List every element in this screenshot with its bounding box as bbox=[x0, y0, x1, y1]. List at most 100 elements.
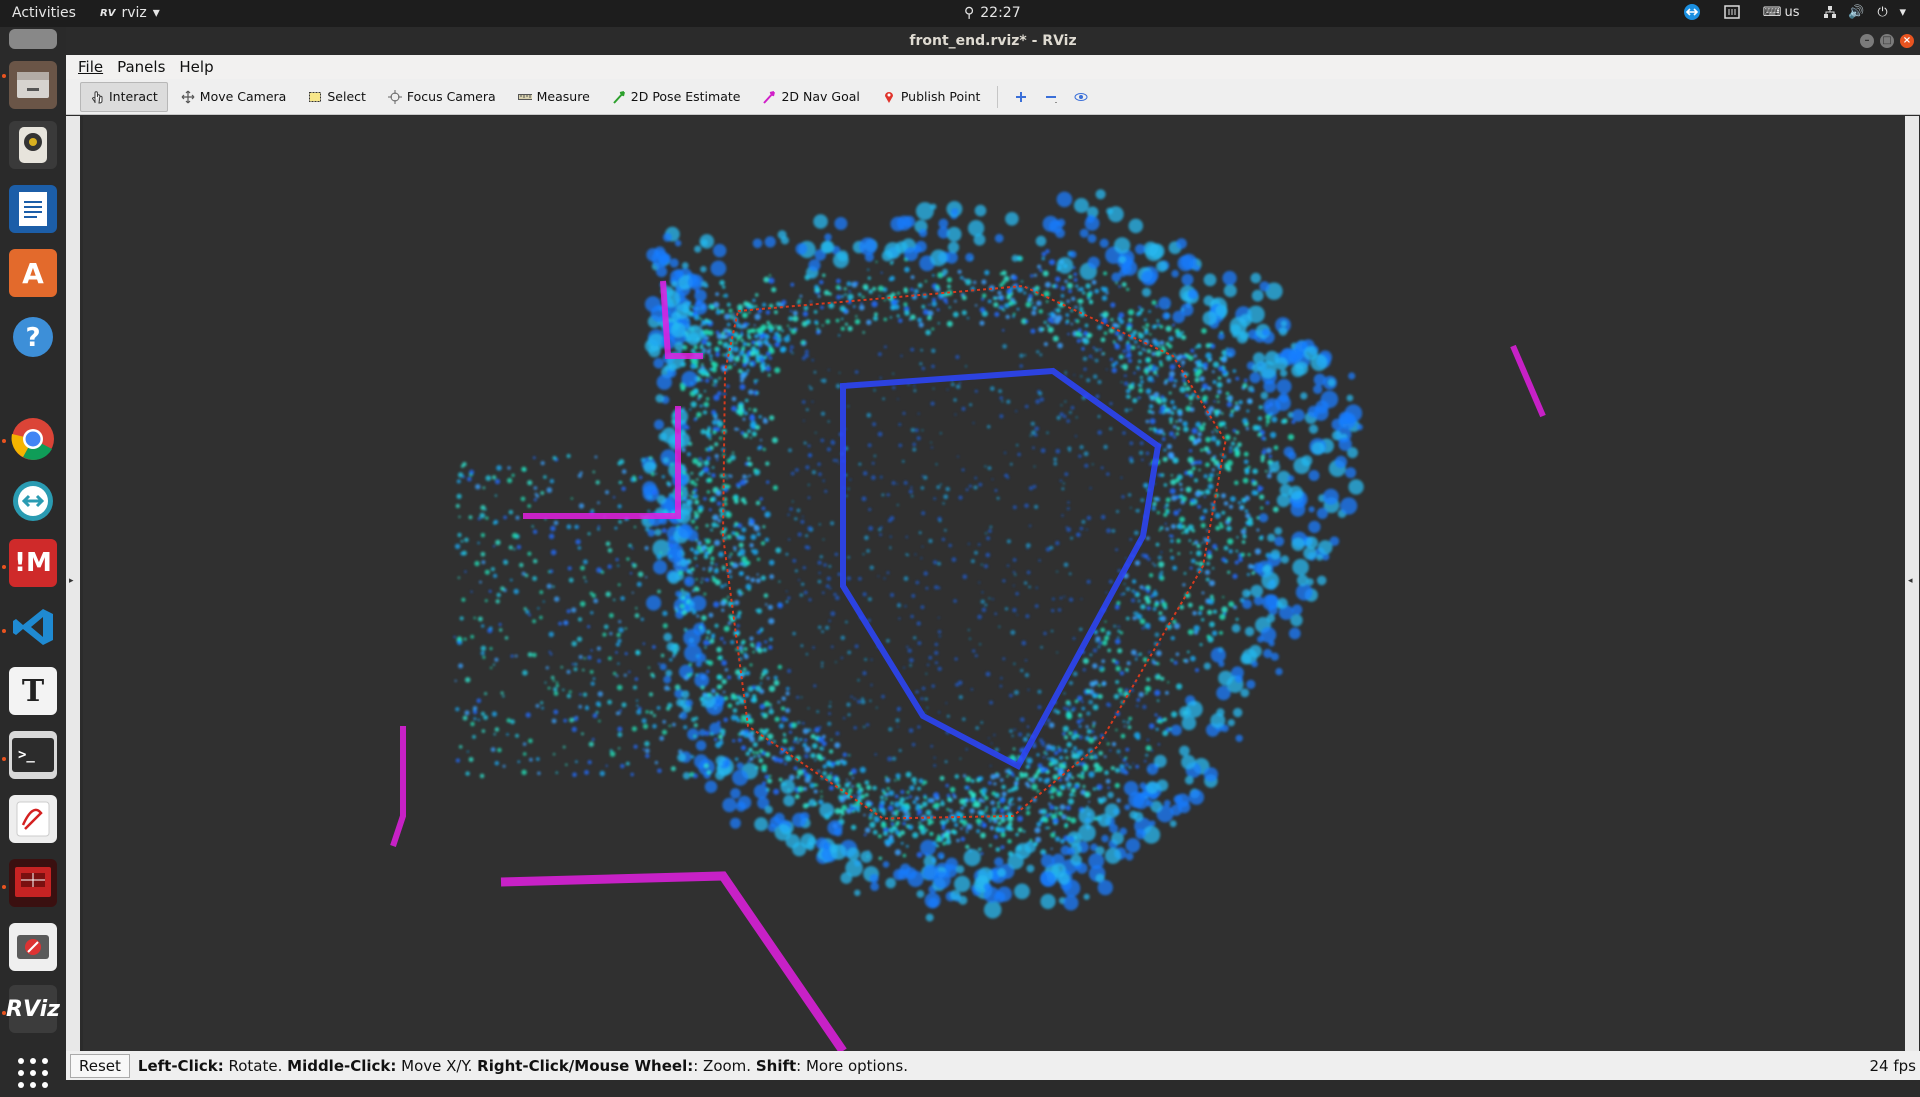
minus-icon bbox=[1044, 90, 1058, 104]
nav-goal-label: 2D Nav Goal bbox=[781, 89, 860, 104]
magenta-wall-segment bbox=[390, 726, 406, 847]
speaker-app-icon[interactable] bbox=[9, 121, 57, 169]
network-icon[interactable] bbox=[1821, 3, 1839, 21]
nav-goal-tool-button[interactable]: 2D Nav Goal bbox=[753, 82, 868, 112]
focus-camera-label: Focus Camera bbox=[406, 89, 496, 104]
left-click-key: Left-Click: bbox=[137, 1056, 224, 1075]
keyboard-layout-label: us bbox=[1784, 4, 1800, 20]
text-editor-label: T bbox=[21, 673, 45, 709]
window-titlebar[interactable]: front_end.rviz* - RViz – □ × bbox=[66, 27, 1920, 55]
magenta-wall-segment bbox=[1510, 344, 1546, 418]
teamviewer-icon[interactable] bbox=[9, 477, 57, 525]
status-bar: Reset Left-Click: Rotate. Middle-Click: … bbox=[66, 1051, 1920, 1080]
move-camera-tool-button[interactable]: Move Camera bbox=[172, 82, 296, 112]
middle-click-desc: Move X/Y. bbox=[396, 1056, 478, 1075]
focus-camera-tool-button[interactable]: Focus Camera bbox=[379, 82, 505, 112]
file-manager-icon[interactable] bbox=[9, 61, 57, 109]
chevron-down-icon: ▾ bbox=[152, 5, 160, 21]
mouse-help-text: Left-Click: Rotate. Middle-Click: Move X… bbox=[138, 1057, 908, 1075]
teamviewer-tray-icon[interactable] bbox=[1683, 3, 1701, 21]
window-title: front_end.rviz* - RViz bbox=[909, 33, 1077, 49]
mm-app-label: !M bbox=[14, 548, 52, 578]
eye-icon bbox=[1074, 90, 1088, 104]
point-cloud-map bbox=[390, 189, 1546, 1051]
software-center-glyph: A bbox=[22, 256, 44, 290]
help-icon[interactable]: ? bbox=[9, 313, 57, 361]
plus-icon bbox=[1014, 90, 1028, 104]
map-pin-icon bbox=[882, 90, 896, 104]
ruler-icon bbox=[517, 90, 532, 104]
alarm-icon: ⚲ bbox=[964, 5, 975, 21]
keyboard-layout[interactable]: ⌨ us bbox=[1763, 5, 1800, 20]
document-viewer-icon[interactable] bbox=[9, 795, 57, 843]
show-applications-icon[interactable] bbox=[9, 1049, 57, 1097]
top-bar: Activities RV rviz ▾ ⚲ 22:27 ⌨ us 🔊 ⏻ ▾ bbox=[0, 0, 1920, 27]
app-menu-label: rviz bbox=[121, 5, 147, 21]
select-label: Select bbox=[327, 89, 366, 104]
keyboard-icon: ⌨ bbox=[1762, 4, 1782, 20]
publish-point-tool-button[interactable]: Publish Point bbox=[873, 82, 990, 112]
clock-time: 22:27 bbox=[980, 5, 1021, 21]
disk-app-icon[interactable] bbox=[9, 923, 57, 971]
remove-tool-button[interactable] bbox=[1038, 82, 1064, 112]
tool-properties-button[interactable] bbox=[1068, 82, 1094, 112]
move-camera-label: Move Camera bbox=[199, 89, 287, 104]
right-panel-handle[interactable]: ◂ bbox=[1905, 116, 1919, 1051]
right-click-key: Right-Click/Mouse Wheel: bbox=[477, 1056, 694, 1075]
interact-label: Interact bbox=[109, 89, 158, 104]
minimize-icon[interactable]: – bbox=[1860, 34, 1874, 48]
indicator-icon[interactable] bbox=[1723, 3, 1741, 21]
pose-estimate-tool-button[interactable]: 2D Pose Estimate bbox=[603, 82, 750, 112]
middle-click-key: Middle-Click: bbox=[287, 1056, 397, 1075]
terminal-icon[interactable]: >_ bbox=[9, 731, 57, 779]
building-outline bbox=[840, 367, 1162, 771]
left-click-desc: Rotate. bbox=[223, 1056, 288, 1075]
right-click-desc: : Zoom. bbox=[693, 1056, 756, 1075]
power-icon[interactable]: ⏻ bbox=[1873, 3, 1891, 21]
volume-icon[interactable]: 🔊 bbox=[1847, 3, 1865, 21]
toolbar-separator bbox=[997, 85, 999, 108]
shift-key: Shift bbox=[755, 1056, 797, 1075]
software-center-icon[interactable]: A bbox=[9, 249, 57, 297]
publish-point-label: Publish Point bbox=[900, 89, 981, 104]
pose-estimate-label: 2D Pose Estimate bbox=[630, 89, 741, 104]
chevron-down-icon[interactable]: ▾ bbox=[1899, 5, 1906, 20]
vscode-icon[interactable] bbox=[9, 603, 57, 651]
rviz-dock-icon[interactable]: RViz bbox=[6, 985, 60, 1033]
mm-app-icon[interactable]: !M bbox=[9, 539, 57, 587]
activities-button[interactable]: Activities bbox=[12, 5, 76, 21]
rviz-app-badge: RV bbox=[100, 7, 116, 19]
svg-text:>_: >_ bbox=[18, 747, 35, 763]
menu-bar: File Panels Help bbox=[66, 55, 1920, 79]
menu-panels[interactable]: Panels bbox=[117, 58, 165, 76]
measure-label: Measure bbox=[536, 89, 590, 104]
render-viewport[interactable] bbox=[83, 116, 1905, 1051]
fps-counter: 24 fps bbox=[1869, 1057, 1916, 1075]
app-menu[interactable]: RV rviz ▾ bbox=[100, 5, 160, 21]
presentation-app-icon[interactable] bbox=[9, 859, 57, 907]
add-tool-button[interactable] bbox=[1008, 82, 1034, 112]
select-tool-button[interactable]: Select bbox=[299, 82, 375, 112]
reset-button[interactable]: Reset bbox=[70, 1053, 130, 1078]
interact-tool-button[interactable]: Interact bbox=[80, 81, 168, 112]
rviz-dock-label: RViz bbox=[6, 996, 60, 1022]
move-arrows-icon bbox=[181, 90, 195, 104]
chevron-right-icon: ▸ bbox=[69, 576, 74, 586]
clock[interactable]: ⚲ 22:27 bbox=[964, 5, 1021, 21]
menu-help[interactable]: Help bbox=[179, 58, 213, 76]
magenta-arrow-icon bbox=[762, 90, 776, 104]
close-icon[interactable]: × bbox=[1900, 34, 1914, 48]
tool-bar: Interact Move Camera Select Focus Camera… bbox=[66, 79, 1920, 115]
left-panel-handle[interactable]: ▸ bbox=[66, 116, 80, 1051]
writer-icon[interactable] bbox=[9, 185, 57, 233]
shift-desc: : More options. bbox=[796, 1056, 908, 1075]
dock-app-partial-icon[interactable] bbox=[9, 29, 57, 49]
chrome-icon[interactable] bbox=[9, 415, 57, 463]
text-editor-icon[interactable]: T bbox=[9, 667, 57, 715]
maximize-icon[interactable]: □ bbox=[1880, 34, 1894, 48]
menu-file[interactable]: File bbox=[78, 58, 103, 76]
select-box-icon bbox=[308, 90, 322, 104]
measure-tool-button[interactable]: Measure bbox=[509, 82, 599, 112]
green-arrow-icon bbox=[612, 90, 626, 104]
dock: A ? !M T >_ RViz bbox=[0, 27, 66, 1088]
